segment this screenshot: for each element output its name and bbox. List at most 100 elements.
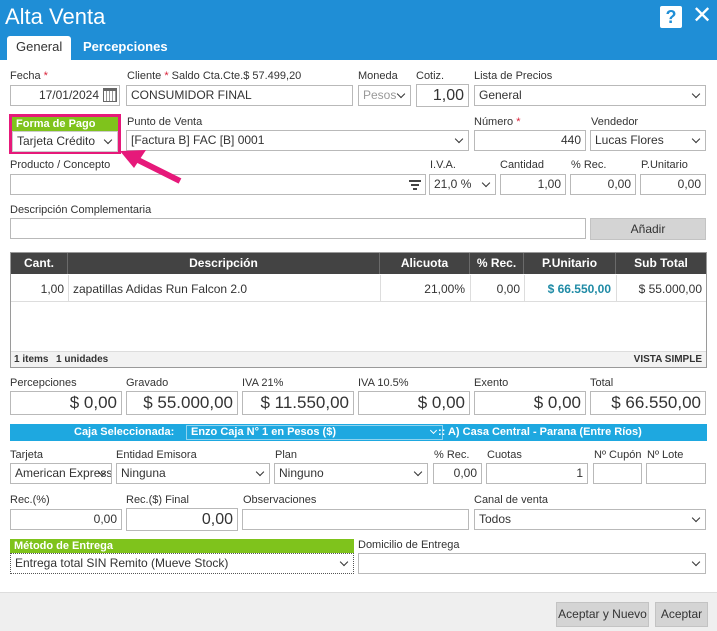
th-subtotal[interactable]: Sub Total [616, 253, 706, 274]
caja-bar: Caja Seleccionada: Enzo Caja N° 1 en Pes… [10, 424, 707, 441]
pay-rec-label: % Rec. [434, 449, 470, 461]
lista-precios-select[interactable]: General [474, 85, 706, 106]
iva105-value: $ 0,00 [358, 391, 470, 415]
vendedor-label: Vendedor [591, 116, 639, 128]
rec-pct-label: Rec.(%) [10, 494, 50, 506]
cell-cant: 1,00 [40, 282, 64, 296]
cantidad-label: Cantidad [500, 159, 545, 171]
rec-label: % Rec. [571, 159, 607, 171]
total-value: $ 66.550,00 [590, 391, 706, 415]
th-descripcion[interactable]: Descripción [68, 253, 380, 274]
forma-pago-select[interactable]: Tarjeta Crédito [12, 131, 118, 152]
metodo-entrega-label: Método de Entrega [10, 539, 354, 553]
cell-desc: zapatillas Adidas Run Falcon 2.0 [73, 282, 248, 296]
caja-label: Caja Seleccionada: [74, 426, 175, 438]
punitario-label: P.Unitario [641, 159, 688, 171]
tab-percepciones[interactable]: Percepciones [74, 36, 177, 60]
table-footer: 1 items 1 unidades VISTA SIMPLE [11, 351, 706, 367]
rec-pct-input[interactable]: 0,00 [10, 509, 122, 530]
title-bar: Alta Venta ? ✕ General Percepciones [0, 0, 717, 60]
observaciones-label: Observaciones [243, 494, 317, 506]
pay-rec-input[interactable]: 0,00 [433, 463, 482, 484]
footer-bar: Aceptar y Nuevo Aceptar [0, 592, 717, 631]
entidad-select[interactable]: Ninguna [116, 463, 270, 484]
canal-label: Canal de venta [474, 494, 548, 506]
total-label: Total [590, 377, 614, 389]
lista-precios-label: Lista de Precios [474, 70, 553, 82]
cupon-input[interactable] [593, 463, 642, 484]
moneda-select[interactable]: Pesos [358, 85, 411, 106]
accept-new-button[interactable]: Aceptar y Nuevo [556, 602, 649, 627]
forma-pago-label: Forma de Pago [12, 117, 118, 131]
close-icon[interactable]: ✕ [690, 3, 714, 29]
exento-value: $ 0,00 [474, 391, 586, 415]
desc-comp-label: Descripción Complementaria [10, 204, 152, 216]
cell-alicuota: 21,00% [424, 282, 465, 296]
items-count: 1 items [14, 354, 49, 365]
iva21-value: $ 11.550,00 [242, 391, 354, 415]
iva21-label: IVA 21% [242, 377, 284, 389]
th-cant[interactable]: Cant. [11, 253, 68, 274]
filter-icon[interactable] [404, 174, 426, 195]
tab-general[interactable]: General [7, 36, 72, 60]
th-rec[interactable]: % Rec. [470, 253, 524, 274]
cotiz-input[interactable]: 1,00 [416, 84, 469, 107]
observaciones-input[interactable] [242, 509, 469, 530]
help-icon[interactable]: ? [660, 6, 682, 28]
domicilio-label: Domicilio de Entrega [358, 539, 460, 551]
plan-label: Plan [275, 449, 298, 461]
metodo-entrega-select[interactable]: Entrega total SIN Remito (Mueve Stock) [10, 553, 354, 574]
tarjeta-select[interactable]: American Express [10, 463, 112, 484]
cell-rec: 0,00 [496, 282, 520, 296]
gravado-label: Gravado [126, 377, 169, 389]
gravado-value: $ 55.000,00 [126, 391, 238, 415]
add-button[interactable]: Añadir [590, 218, 706, 240]
caja-branch: :: A) Casa Central - Parana (Entre Ríos) [438, 426, 642, 438]
vendedor-select[interactable]: Lucas Flores [590, 130, 706, 151]
calendar-icon[interactable] [103, 88, 117, 102]
pointer-arrow-icon [120, 150, 182, 184]
entidad-label: Entidad Emisora [116, 449, 197, 461]
rec-final-input[interactable]: 0,00 [126, 508, 238, 531]
tarjeta-label: Tarjeta [10, 449, 44, 461]
cuotas-label: Cuotas [487, 449, 522, 461]
window-title: Alta Venta [5, 4, 106, 29]
numero-label: Número * [474, 116, 521, 128]
moneda-label: Moneda [358, 70, 398, 82]
iva-select[interactable]: 21,0 % [429, 174, 496, 195]
cuotas-input[interactable]: 1 [486, 463, 588, 484]
desc-comp-input[interactable] [10, 218, 586, 239]
items-table: Cant. Descripción Alicuota % Rec. P.Unit… [10, 252, 707, 368]
punto-venta-label: Punto de Venta [127, 116, 203, 128]
accept-button[interactable]: Aceptar [655, 602, 708, 627]
percepciones-label: Percepciones [10, 377, 77, 389]
percepciones-value: $ 0,00 [10, 391, 122, 415]
iva105-label: IVA 10.5% [358, 377, 409, 389]
numero-input[interactable]: 440 [474, 130, 586, 151]
cliente-label: Cliente * Saldo Cta.Cte.$ 57.499,20 [127, 70, 302, 82]
canal-select[interactable]: Todos [474, 509, 706, 530]
units-count: 1 unidades [56, 354, 109, 365]
fecha-input[interactable]: 17/01/2024 [10, 85, 120, 106]
lote-input[interactable] [646, 463, 706, 484]
exento-label: Exento [474, 377, 509, 389]
domicilio-select[interactable] [358, 553, 706, 574]
th-alicuota[interactable]: Alicuota [380, 253, 470, 274]
cell-punitario: $ 66.550,00 [547, 282, 611, 296]
cell-subtotal: $ 55.000,00 [638, 282, 702, 296]
view-mode-toggle[interactable]: VISTA SIMPLE [634, 352, 702, 368]
th-punitario[interactable]: P.Unitario [524, 253, 616, 274]
rec-input[interactable]: 0,00 [570, 174, 636, 195]
punitario-input[interactable]: 0,00 [640, 174, 706, 195]
producto-label: Producto / Concepto [10, 159, 111, 171]
caja-select[interactable]: Enzo Caja N° 1 en Pesos ($) [186, 425, 443, 440]
rec-final-label: Rec.($) Final [126, 494, 189, 506]
cupon-label: Nº Cupón [594, 449, 642, 461]
fecha-label: Fecha * [10, 70, 48, 82]
lote-label: Nº Lote [647, 449, 684, 461]
iva-label: I.V.A. [430, 159, 456, 171]
cliente-input[interactable]: CONSUMIDOR FINAL [126, 85, 353, 106]
plan-select[interactable]: Ninguno [274, 463, 428, 484]
cantidad-input[interactable]: 1,00 [500, 174, 566, 195]
cotiz-label: Cotiz. [416, 70, 445, 82]
